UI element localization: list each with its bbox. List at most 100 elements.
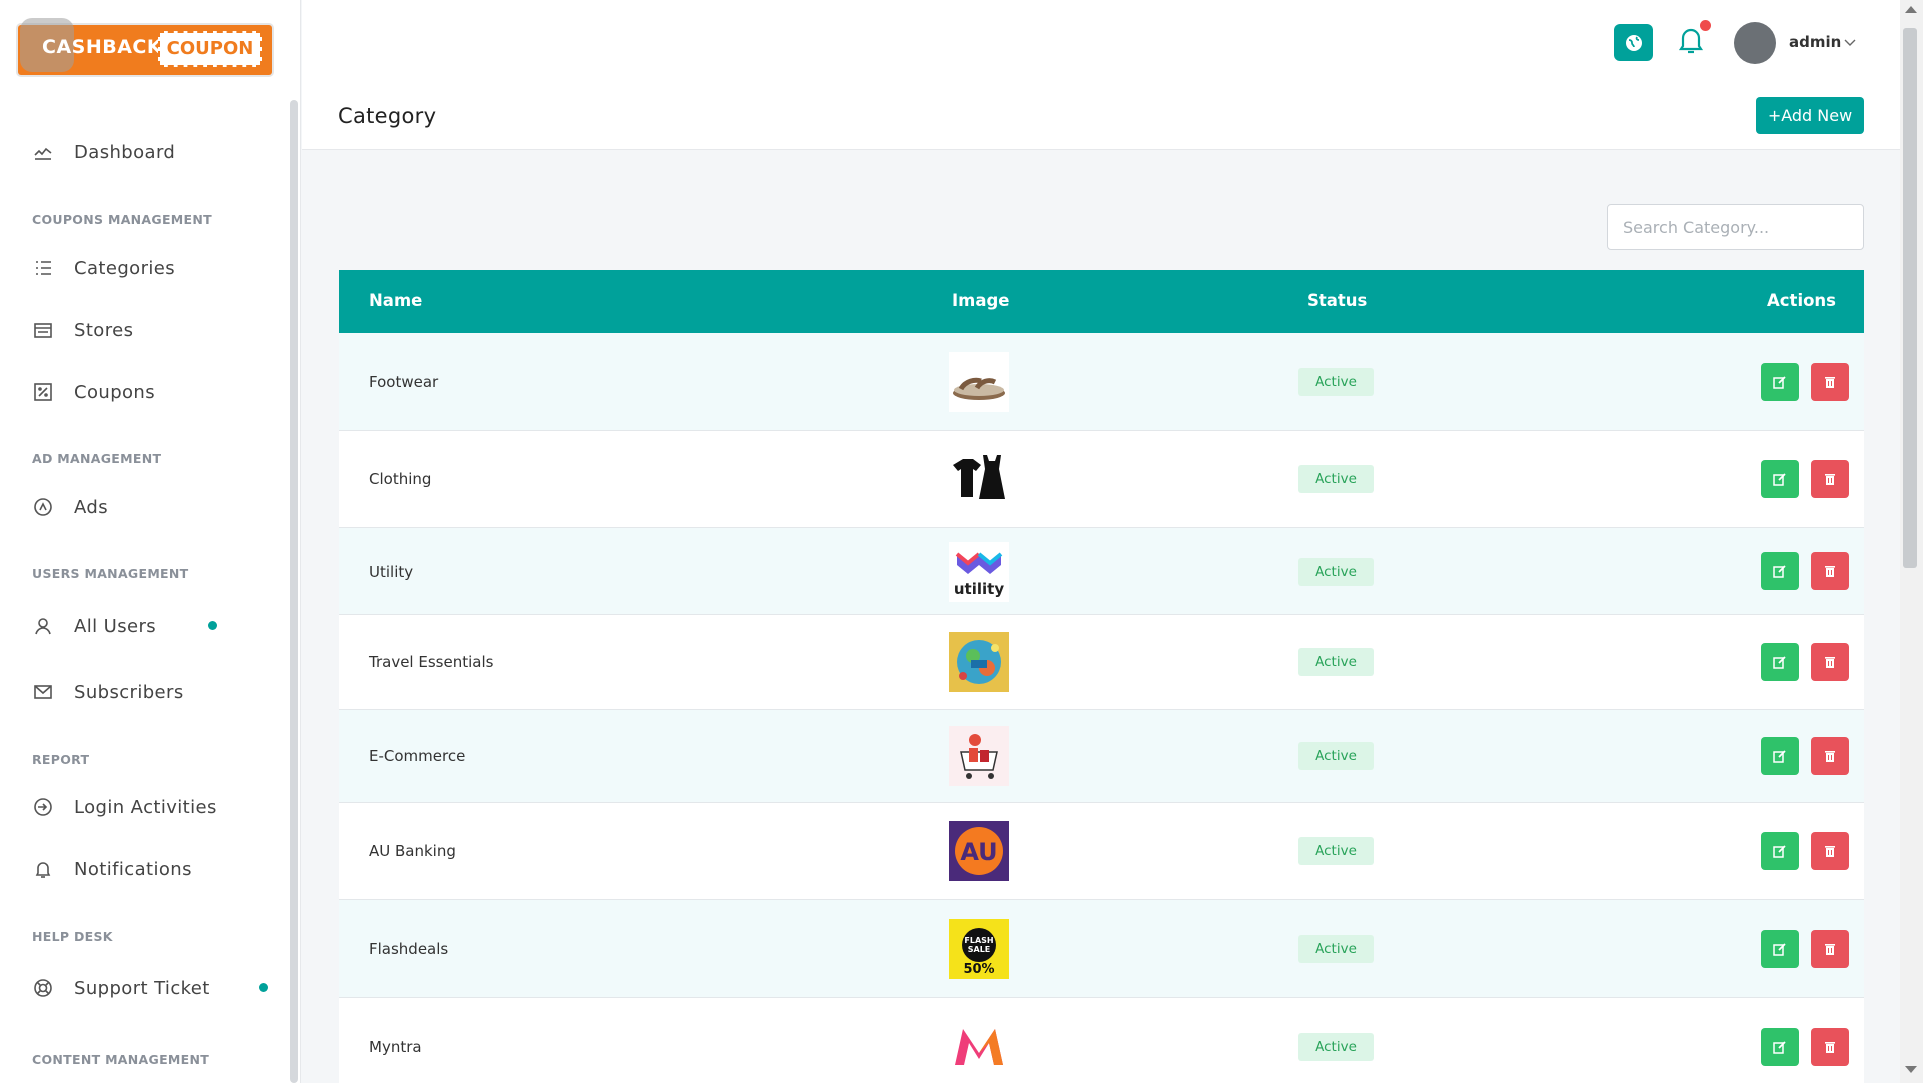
section-ad-management: AD MANAGEMENT [32, 451, 162, 466]
bell-icon [32, 858, 54, 880]
trash-icon [1825, 474, 1835, 485]
category-name: Travel Essentials [369, 653, 494, 671]
list-icon [32, 257, 54, 279]
edit-button[interactable] [1761, 643, 1799, 681]
edit-button[interactable] [1761, 737, 1799, 775]
table-row: Footwear Active [339, 333, 1864, 431]
globe-button[interactable] [1614, 24, 1653, 61]
table-row: Utility utility Active [339, 528, 1864, 615]
trash-icon [1825, 1042, 1835, 1053]
chevron-down-icon[interactable] [1843, 35, 1857, 49]
edit-button[interactable] [1761, 930, 1799, 968]
delete-button[interactable] [1811, 552, 1849, 590]
add-new-button[interactable]: +Add New [1756, 97, 1864, 134]
column-header-name[interactable]: Name [369, 291, 422, 310]
delete-button[interactable] [1811, 643, 1849, 681]
flash-percent: 50% [963, 962, 994, 977]
trash-icon [1825, 566, 1835, 577]
trash-icon [1825, 657, 1835, 668]
utility-logo-image: utility [949, 542, 1009, 602]
trash-icon [1825, 846, 1835, 857]
scroll-up-arrow-icon[interactable] [1905, 6, 1917, 13]
sidebar-item-notifications[interactable]: Notifications [32, 858, 192, 880]
status-badge: Active [1298, 1033, 1374, 1061]
scroll-down-arrow-icon[interactable] [1905, 1066, 1917, 1073]
search-input[interactable] [1607, 204, 1864, 250]
trash-icon [1825, 377, 1835, 388]
table-row: E-Commerce Active [339, 710, 1864, 803]
edit-icon [1773, 656, 1786, 669]
category-name: Utility [369, 563, 414, 581]
user-name[interactable]: admin [1789, 33, 1841, 51]
table-row: AU Banking AU Active [339, 803, 1864, 900]
sidebar-item-dashboard[interactable]: Dashboard [32, 141, 175, 163]
edit-icon [1773, 750, 1786, 763]
new-indicator-dot [259, 983, 268, 992]
category-name: Myntra [369, 1038, 422, 1056]
edit-button[interactable] [1761, 832, 1799, 870]
category-name: Flashdeals [369, 940, 449, 958]
sidebar-item-label: Categories [74, 257, 176, 279]
user-icon [32, 615, 54, 637]
edit-icon [1773, 845, 1786, 858]
sidebar-scrollbar[interactable] [290, 100, 298, 1083]
edit-button[interactable] [1761, 363, 1799, 401]
sidebar-item-stores[interactable]: Stores [32, 319, 133, 341]
sidebar-item-login-activities[interactable]: Login Activities [32, 796, 217, 818]
edit-icon [1773, 473, 1786, 486]
notification-badge [1700, 20, 1711, 31]
page-title: Category [338, 104, 437, 128]
globe-icon [1625, 34, 1642, 51]
delete-button[interactable] [1811, 832, 1849, 870]
delete-button[interactable] [1811, 460, 1849, 498]
table-row: Clothing Active [339, 431, 1864, 528]
sidebar-item-label: All Users [74, 615, 157, 637]
sidebar-item-label: Coupons [74, 381, 156, 403]
page-scrollbar-thumb[interactable] [1903, 28, 1917, 568]
delete-button[interactable] [1811, 363, 1849, 401]
brand-logo[interactable]: CASHBACK COUPON [18, 18, 272, 76]
travel-illustration-image [949, 632, 1009, 692]
status-badge: Active [1298, 935, 1374, 963]
edit-button[interactable] [1761, 460, 1799, 498]
ads-icon [32, 496, 54, 518]
sidebar-item-coupons[interactable]: Coupons [32, 381, 155, 403]
table-row: Myntra Active [339, 998, 1864, 1083]
trash-icon [1825, 751, 1835, 762]
edit-icon [1773, 565, 1786, 578]
sidebar-item-subscribers[interactable]: Subscribers [32, 681, 184, 703]
edit-button[interactable] [1761, 552, 1799, 590]
section-users-management: USERS MANAGEMENT [32, 566, 189, 581]
status-badge: Active [1298, 648, 1374, 676]
status-badge: Active [1298, 465, 1374, 493]
percent-icon [32, 381, 54, 403]
category-table: Name Image Status Actions Footwear Activ… [339, 270, 1864, 1083]
sidebar-item-label: Dashboard [74, 141, 176, 163]
au-logo-image: AU [949, 821, 1009, 881]
sidebar-item-ads[interactable]: Ads [32, 496, 108, 518]
sidebar-item-all-users[interactable]: All Users [32, 615, 156, 637]
edit-button[interactable] [1761, 1028, 1799, 1066]
section-content-management: CONTENT MANAGEMENT [32, 1052, 210, 1067]
avatar[interactable] [1734, 22, 1776, 64]
section-coupons-management: COUPONS MANAGEMENT [32, 212, 212, 227]
sidebar-item-categories[interactable]: Categories [32, 257, 175, 279]
delete-button[interactable] [1811, 930, 1849, 968]
sidebar-item-support-ticket[interactable]: Support Ticket [32, 977, 210, 999]
myntra-logo-image [949, 1017, 1009, 1077]
status-badge: Active [1298, 837, 1374, 865]
column-header-status[interactable]: Status [1307, 291, 1367, 310]
table-row: Travel Essentials Active [339, 615, 1864, 710]
table-header: Name Image Status Actions [339, 270, 1864, 333]
page-header [302, 0, 1903, 150]
category-name: E-Commerce [369, 747, 466, 765]
lifebuoy-icon [32, 977, 54, 999]
logo-text-cashback: CASHBACK [42, 36, 163, 58]
section-help-desk: HELP DESK [32, 929, 113, 944]
delete-button[interactable] [1811, 737, 1849, 775]
trash-icon [1825, 944, 1835, 955]
sidebar: CASHBACK COUPON Dashboard COUPONS MANAGE… [0, 0, 301, 1083]
delete-button[interactable] [1811, 1028, 1849, 1066]
new-indicator-dot [208, 621, 217, 630]
sidebar-item-label: Support Ticket [74, 977, 210, 999]
